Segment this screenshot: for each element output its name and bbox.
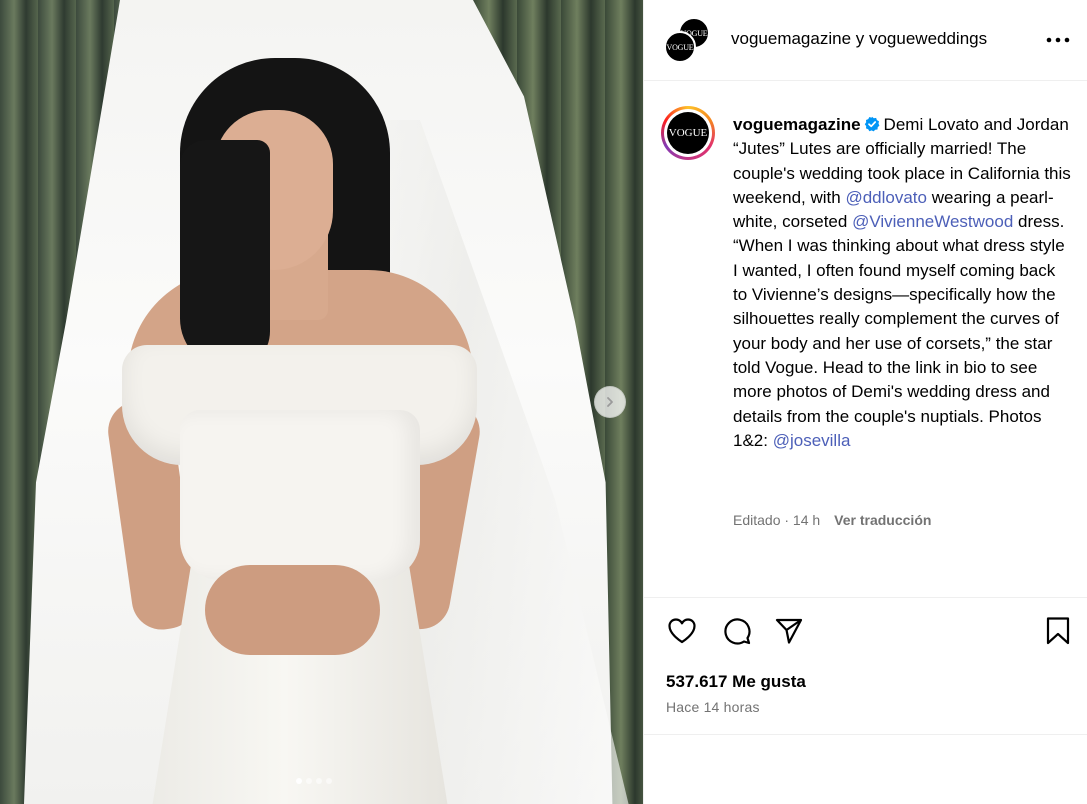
post-actions	[644, 597, 1087, 657]
divider	[644, 734, 1087, 735]
chevron-right-icon	[607, 397, 613, 407]
carousel-dot	[296, 778, 302, 784]
post-caption: voguemagazine Demi Lovato and Jordan “Jut…	[733, 113, 1073, 453]
more-options-button[interactable]	[1044, 28, 1072, 52]
hair-side	[180, 140, 270, 370]
post-header: VOGUE VOGUE voguemagazine y voguewedding…	[644, 0, 1087, 81]
collab-avatars[interactable]: VOGUE VOGUE	[664, 17, 710, 63]
carousel-dot	[306, 778, 312, 784]
carousel-dot	[316, 778, 322, 784]
post-side-panel: VOGUE VOGUE voguemagazine y voguewedding…	[643, 0, 1087, 804]
bookmark-icon	[1046, 617, 1070, 645]
send-icon	[775, 618, 803, 644]
carousel-next-button[interactable]	[594, 386, 626, 418]
dress-bodice	[180, 410, 420, 580]
caption-username[interactable]: voguemagazine	[733, 115, 861, 134]
vogue-logo: VOGUE	[667, 112, 709, 154]
mention-ddlovato[interactable]: @ddlovato	[845, 188, 927, 207]
share-button[interactable]	[772, 614, 806, 648]
avatar-voguemagazine: VOGUE	[664, 31, 696, 63]
like-count[interactable]: 537.617 Me gusta	[666, 672, 806, 692]
hands	[205, 565, 380, 655]
caption-meta: Editado · 14 h Ver traducción	[733, 512, 931, 528]
post-authors[interactable]: voguemagazine y vogueweddings	[731, 29, 987, 49]
post-photo[interactable]	[0, 0, 643, 804]
mention-josevilla[interactable]: @josevilla	[773, 431, 851, 450]
more-horizontal-icon	[1046, 37, 1070, 43]
heart-icon	[668, 618, 696, 644]
mention-viviennewestwood[interactable]: @VivienneWestwood	[852, 212, 1013, 231]
like-button[interactable]	[665, 614, 699, 648]
caption-text-3: dress. “When I was thinking about what d…	[733, 212, 1065, 450]
edited-timestamp: Editado · 14 h	[733, 512, 821, 528]
post-timestamp[interactable]: Hace 14 horas	[666, 699, 760, 715]
see-translation-button[interactable]: Ver traducción	[834, 512, 931, 528]
carousel-dot	[326, 778, 332, 784]
verified-badge-icon	[864, 116, 879, 132]
carousel-indicator	[296, 778, 332, 784]
comment-button[interactable]	[720, 614, 754, 648]
comment-icon	[724, 618, 751, 645]
caption-avatar[interactable]: VOGUE	[661, 106, 715, 160]
save-button[interactable]	[1041, 614, 1075, 648]
curtain-left	[0, 0, 120, 804]
